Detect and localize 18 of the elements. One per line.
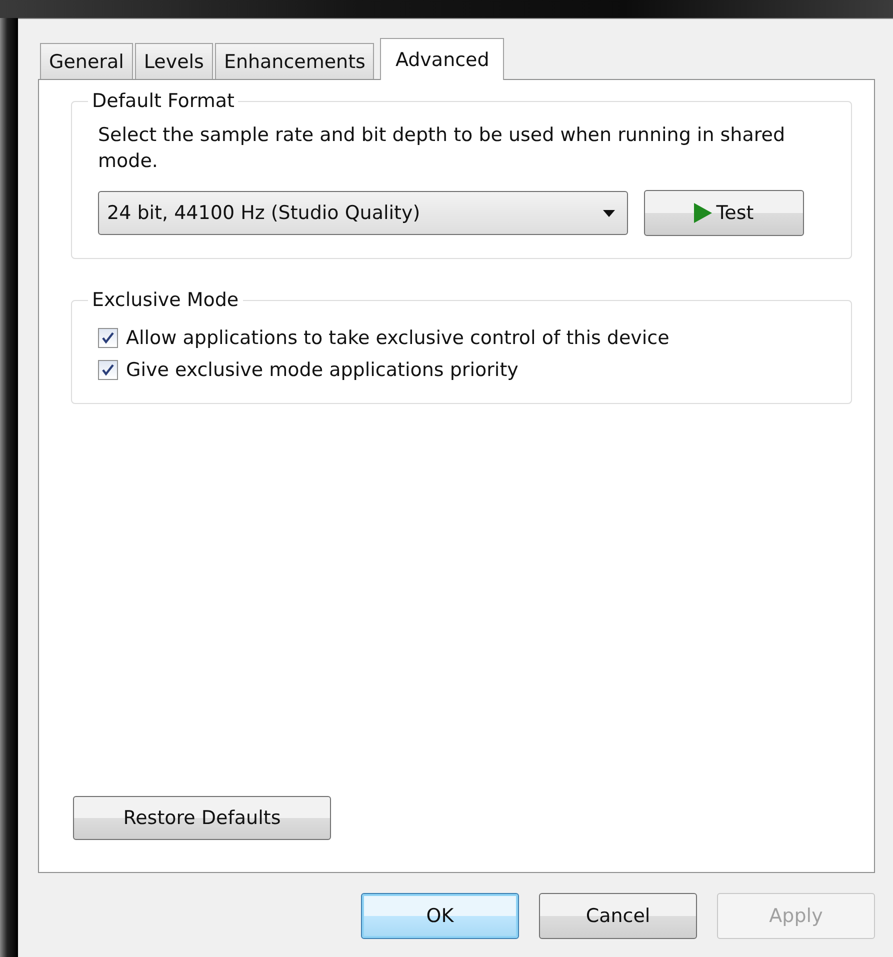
description-text: Select the sample rate and bit depth to be used when running in shared mode.	[98, 123, 786, 174]
format-dropdown[interactable]: 24 bit, 44100 Hz (Studio Quality)	[98, 191, 628, 235]
tab[interactable]: Levels	[134, 43, 213, 79]
checkbox[interactable]	[98, 360, 118, 380]
tab[interactable]: Enhancements	[214, 43, 374, 79]
checkbox-option[interactable]: Give exclusive mode applications priority	[98, 359, 837, 381]
tab[interactable]: General	[40, 43, 133, 79]
play-icon	[694, 203, 712, 223]
group-title: Default Format	[91, 90, 236, 112]
group-title: Exclusive Mode	[91, 289, 240, 311]
test-button[interactable]: Test	[644, 190, 804, 236]
dialog-button[interactable]: OK	[361, 893, 519, 939]
caret-icon	[603, 210, 615, 216]
restore-defaults-button[interactable]: Restore Defaults	[73, 796, 331, 840]
tab[interactable]: Advanced	[380, 38, 504, 80]
checkbox-option[interactable]: Allow applications to take exclusive control of this device	[98, 327, 837, 349]
checkbox[interactable]	[98, 328, 118, 348]
dialog-button[interactable]: Cancel	[539, 893, 697, 939]
